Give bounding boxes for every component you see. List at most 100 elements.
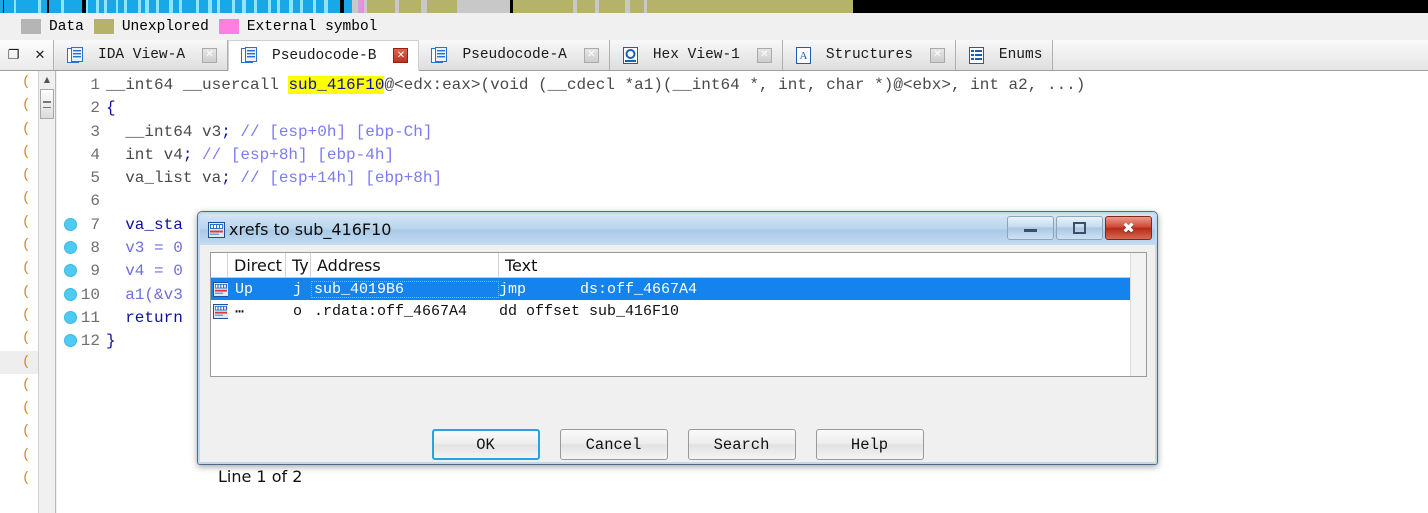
table-row[interactable]: Up j sub_4019B6 jmp ds:off_4667A4 [211, 278, 1146, 300]
search-button[interactable]: Search [687, 429, 796, 460]
navband-segment [599, 0, 625, 13]
svg-text:A: A [799, 50, 807, 62]
cell-text: jmp ds:off_4667A4 [499, 280, 698, 298]
code-line[interactable]: 5 va_list va; // [esp+14h] [ebp+8h] [57, 167, 1428, 190]
legend-label: External symbol [246, 18, 378, 35]
hex-icon [622, 46, 639, 64]
navband-segment [399, 0, 421, 13]
tab-close-icon[interactable]: ✕ [929, 47, 945, 63]
document-icon [431, 46, 448, 64]
line-number: 7 [90, 215, 100, 234]
tab-label: IDA View-A [98, 47, 186, 63]
cell-address: sub_4019B6 [311, 280, 499, 298]
navband-segment [280, 0, 289, 13]
dialog-body: Direct Ty Address Text Up j sub_4019B6 jmp ds:… [200, 245, 1155, 486]
tab-label: Pseudocode-B [272, 47, 377, 64]
tab-close-icon[interactable]: ✕ [202, 47, 218, 63]
navband-segment [199, 0, 208, 13]
cancel-button[interactable]: Cancel [559, 429, 668, 460]
tab-close-icon[interactable]: ✕ [756, 47, 772, 63]
struct-icon: A [795, 46, 812, 64]
column-header-ty[interactable]: Ty [286, 253, 311, 277]
column-header-address[interactable]: Address [311, 253, 499, 277]
close-icon[interactable]: ✕ [34, 49, 45, 62]
line-number: 4 [90, 145, 100, 164]
close-icon: ✖ [1122, 218, 1135, 237]
line-number: 10 [80, 285, 100, 304]
navband-segment [316, 0, 324, 13]
tab-structures[interactable]: A Structures ✕ [782, 40, 956, 70]
code-token: // [esp+14h] [ebp+8h] [240, 169, 443, 188]
navigation-legend: Data Unexplored External symbol [0, 13, 1428, 40]
scrollbar-thumb[interactable] [40, 89, 54, 119]
line-number: 2 [90, 99, 100, 118]
legend-label: Data [49, 18, 84, 35]
dialog-button-row: OK Cancel Search Help [200, 429, 1155, 460]
left-panel-scrollbar[interactable]: ▲ [38, 71, 55, 513]
scroll-up-arrow[interactable]: ▲ [39, 71, 55, 88]
tab-pseudocode-a[interactable]: Pseudocode-A ✕ [419, 40, 610, 70]
dialog-title: xrefs to sub_416F10 [229, 220, 392, 239]
navband-segment [149, 0, 156, 13]
line-number: 9 [90, 262, 100, 281]
navband-segment [303, 0, 313, 13]
tab-ida-view-a[interactable]: IDA View-A ✕ [55, 40, 229, 70]
navband-segment [853, 0, 1428, 13]
navband-segment [49, 0, 61, 13]
tab-enums[interactable]: Enums [955, 40, 1054, 70]
xrefs-dialog[interactable]: xrefs to sub_416F10 ✖ Direct Ty Address Tex… [197, 211, 1158, 486]
xrefs-table[interactable]: Direct Ty Address Text Up j sub_4019B6 jmp ds:… [210, 252, 1147, 377]
code-token: int v4 [106, 145, 183, 164]
tab-close-icon[interactable]: ✕ [393, 48, 409, 63]
code-line[interactable]: 1 __int64 __usercall sub_416F10@<edx:eax>… [57, 74, 1428, 97]
tab-hex-view-1[interactable]: Hex View-1 ✕ [609, 40, 783, 70]
code-line[interactable]: 2{ [57, 97, 1428, 120]
table-header: Direct Ty Address Text [211, 253, 1146, 278]
code-line[interactable]: 3 __int64 v3; // [esp+0h] [ebp-Ch] [57, 121, 1428, 144]
ida-pro-window: Data Unexplored External symbol ❐ ✕ IDA Vi… [0, 0, 1428, 513]
column-header-direct[interactable]: Direct [228, 253, 286, 277]
line-number: 8 [90, 239, 100, 258]
dialog-title-bar[interactable]: xrefs to sub_416F10 ✖ [200, 214, 1155, 245]
navigation-band[interactable] [0, 0, 1428, 13]
minimize-button[interactable] [1007, 216, 1054, 240]
xref-icon [211, 281, 228, 297]
navband-segment [16, 0, 38, 13]
code-token: // [esp+0h] [ebp-Ch] [240, 122, 433, 141]
cell-direction: Up [235, 280, 254, 298]
code-token: __int64 __usercall [106, 76, 289, 94]
tab-close-icon[interactable]: ✕ [583, 47, 599, 63]
navband-segment [64, 0, 82, 13]
ok-button[interactable]: OK [431, 429, 540, 460]
xrefs-icon [208, 221, 225, 238]
code-token: @<edx:eax>(void (__cdecl *a1)(__int64 *,… [384, 76, 1086, 94]
navband-segment [257, 0, 268, 13]
column-header-text[interactable]: Text [499, 253, 1139, 277]
restore-icon[interactable]: ❐ [8, 49, 20, 62]
tab-pseudocode-b[interactable]: Pseudocode-B ✕ [228, 40, 420, 71]
legend-swatch [93, 19, 114, 34]
dock-controls: ❐ ✕ [0, 40, 54, 70]
tab-label: Hex View-1 [652, 47, 740, 63]
navband-segment [630, 0, 644, 13]
legend-swatch [218, 19, 239, 34]
enum-icon [968, 46, 985, 64]
navband-segment [293, 0, 300, 13]
code-token: v3 = 0 [106, 239, 183, 258]
line-number: 1 [90, 76, 100, 94]
code-line[interactable]: 4 int v4; // [esp+8h] [ebp-4h] [57, 144, 1428, 167]
navband-segment [246, 0, 254, 13]
navband-segment [427, 0, 457, 13]
maximize-button[interactable] [1056, 216, 1103, 240]
column-header-icon[interactable] [211, 253, 228, 277]
window-controls: ✖ [1007, 216, 1152, 240]
code-token: sub_416F10 [288, 76, 385, 94]
table-scrollbar[interactable] [1130, 253, 1146, 376]
navband-segment [647, 0, 853, 13]
table-body[interactable]: Up j sub_4019B6 jmp ds:off_4667A4 ⋯ o .rdata:o… [211, 278, 1146, 322]
line-number: 11 [80, 308, 100, 327]
help-button[interactable]: Help [815, 429, 924, 460]
close-button[interactable]: ✖ [1105, 216, 1152, 240]
table-row[interactable]: ⋯ o .rdata:off_4667A4 dd offset sub_416F10 [211, 300, 1146, 322]
code-token: { [106, 99, 116, 118]
